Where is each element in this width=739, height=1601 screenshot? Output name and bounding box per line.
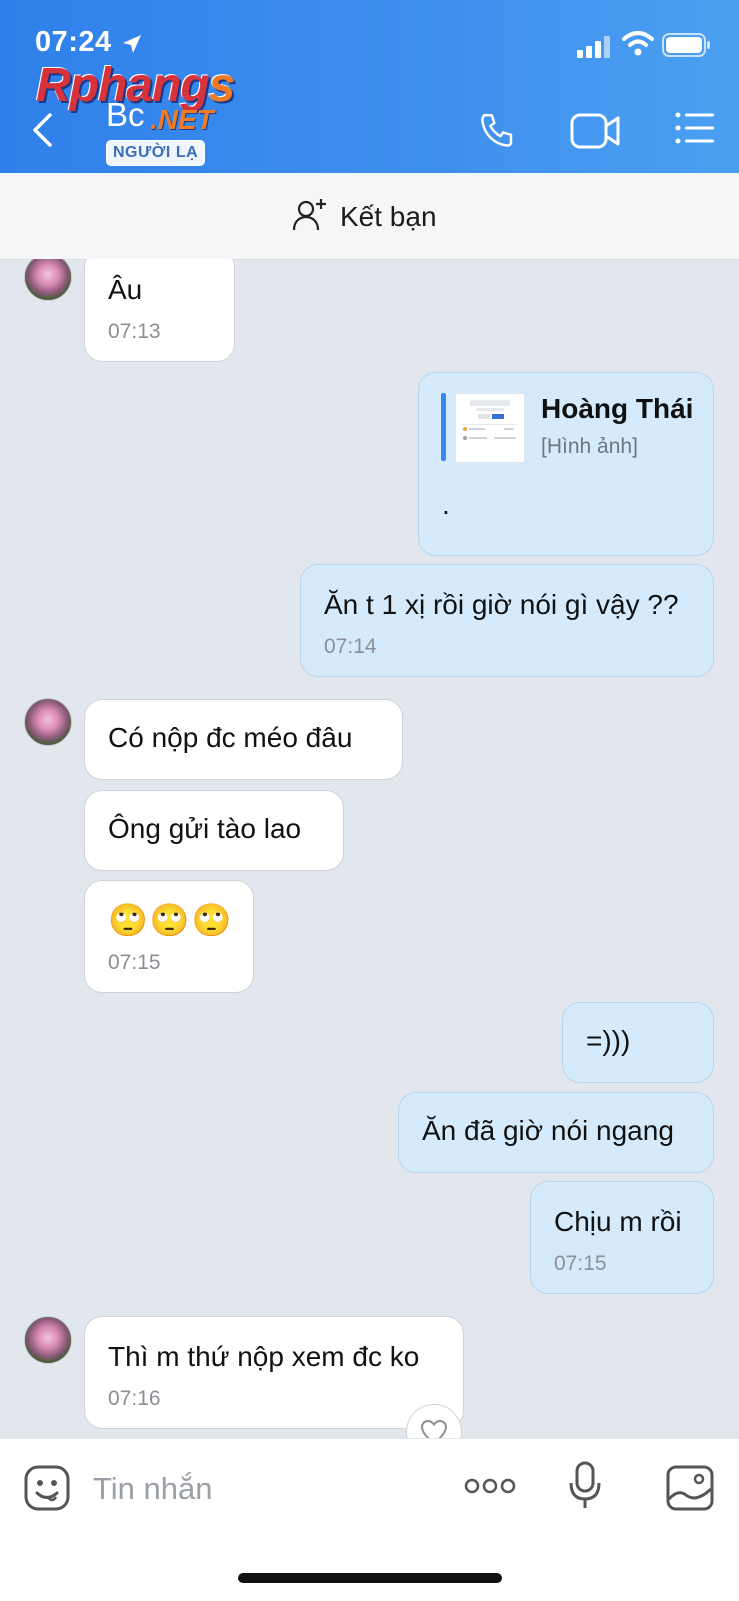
status-time: 07:24	[35, 26, 112, 58]
message-bubble-outgoing[interactable]: Ăn t 1 xị rồi giờ nói gì vậy ?? 07:14	[300, 564, 714, 677]
message-input-bar: Tin nhắn	[0, 1438, 739, 1601]
contact-avatar[interactable]	[24, 1316, 72, 1364]
message-text: Ăn t 1 xị rồi giờ nói gì vậy ??	[324, 589, 679, 620]
message-bubble-outgoing[interactable]: Chịu m rồi 07:15	[530, 1181, 714, 1294]
signal-icon	[577, 36, 613, 63]
add-friend-bar: Kết bạn	[0, 173, 739, 260]
message-bubble-outgoing[interactable]: =)))	[562, 1002, 714, 1083]
contact-avatar[interactable]	[24, 698, 72, 746]
add-friend-icon	[292, 197, 328, 238]
message-bubble-incoming[interactable]: Thì m thứ nộp xem đc ko 07:16	[84, 1316, 464, 1429]
message-time: 07:16	[108, 1387, 161, 1410]
home-indicator[interactable]	[238, 1573, 502, 1583]
quote-bar	[441, 393, 446, 461]
message-input[interactable]: Tin nhắn	[93, 1471, 213, 1507]
message-time: 07:15	[554, 1252, 607, 1275]
message-bubble-incoming[interactable]: Có nộp đc méo đâu	[84, 699, 403, 780]
message-bubble-quote[interactable]: Hoàng Thái [Hình ảnh] .	[418, 372, 714, 556]
message-time: 07:13	[108, 320, 161, 343]
message-text: Có nộp đc méo đâu	[108, 722, 353, 753]
message-text: Thì m thứ nộp xem đc ko	[108, 1341, 420, 1372]
message-text: .	[442, 489, 450, 520]
phone-icon[interactable]	[476, 110, 518, 157]
wifi-icon	[622, 30, 654, 61]
message-emoji: 🙄🙄🙄	[108, 902, 234, 938]
heart-icon	[420, 1419, 448, 1438]
message-text: Ông gửi tào lao	[108, 813, 302, 844]
location-arrow-icon	[120, 32, 144, 61]
message-text: =)))	[586, 1025, 631, 1056]
contact-name[interactable]: Bc	[106, 96, 145, 134]
stranger-badge: NGƯỜI LẠ	[106, 140, 206, 166]
contact-avatar[interactable]	[24, 259, 72, 301]
message-bubble-incoming[interactable]: 🙄🙄🙄 07:15	[84, 880, 254, 993]
message-bubble-incoming[interactable]: Ông gửi tào lao	[84, 790, 344, 871]
message-bubble-outgoing[interactable]: Ăn đã giờ nói ngang	[398, 1092, 714, 1173]
sticker-icon[interactable]	[24, 1465, 70, 1516]
video-camera-icon[interactable]	[570, 112, 622, 155]
message-text: Âu	[108, 274, 143, 305]
message-time: 07:14	[324, 635, 377, 658]
chat-header: 07:24 Rphangs Bc .NET NGƯỜI LẠ	[0, 0, 739, 173]
menu-list-icon[interactable]	[675, 112, 715, 149]
quote-sender-name: Hoàng Thái	[541, 393, 694, 424]
quote-content-type: [Hình ảnh]	[541, 435, 638, 458]
more-icon[interactable]	[464, 1477, 516, 1500]
add-friend-label: Kết bạn	[340, 201, 437, 232]
watermark-net: .NET	[150, 104, 214, 135]
image-icon[interactable]	[666, 1465, 714, 1516]
message-list[interactable]: Âu 07:13 Hoàng Thái [Hình ảnh] . Ăn t 1 …	[0, 259, 739, 1438]
back-icon[interactable]	[30, 112, 54, 153]
message-time: 07:15	[108, 951, 161, 974]
quote-image-thumbnail[interactable]	[455, 393, 525, 463]
microphone-icon[interactable]	[568, 1461, 602, 1516]
message-bubble-incoming[interactable]: Âu 07:13	[84, 259, 235, 362]
message-text: Ăn đã giờ nói ngang	[422, 1115, 674, 1146]
add-friend-button[interactable]: Kết bạn	[292, 195, 437, 239]
message-text: Chịu m rồi	[554, 1206, 682, 1237]
battery-icon	[662, 33, 712, 62]
